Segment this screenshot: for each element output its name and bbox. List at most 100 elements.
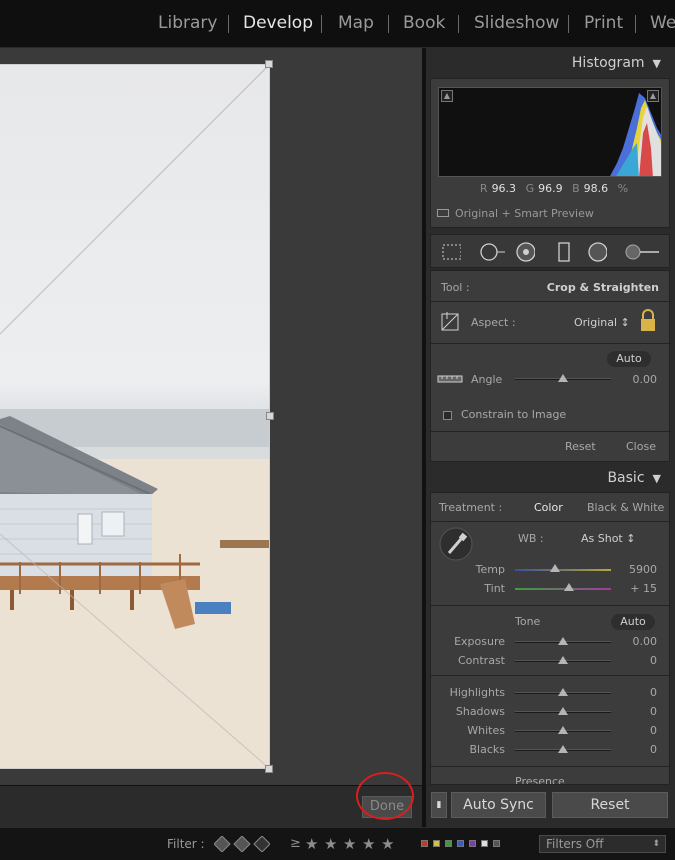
constrain-checkbox[interactable] (443, 411, 452, 420)
treatment-bw-button[interactable]: Black & White (587, 501, 664, 514)
angle-auto-button[interactable]: Auto (607, 351, 651, 367)
whites-slider[interactable] (515, 726, 611, 734)
divider (431, 431, 671, 432)
tint-label: Tint (484, 582, 505, 595)
rating-gte-operator[interactable]: ≥ (290, 836, 301, 851)
module-web[interactable]: We (650, 13, 675, 33)
lock-icon[interactable] (639, 309, 657, 333)
module-slideshow[interactable]: Slideshow (474, 13, 559, 33)
blacks-value[interactable]: 0 (650, 743, 657, 756)
reset-button[interactable]: Reset (552, 792, 668, 818)
highlights-slider[interactable] (515, 688, 611, 696)
module-print[interactable]: Print (584, 13, 623, 33)
color-label-purple[interactable] (469, 840, 476, 847)
shadows-slider-knob[interactable] (558, 707, 568, 715)
histogram-header[interactable]: Histogram ▼ (572, 55, 661, 71)
crop-frame-tool-icon[interactable] (439, 311, 461, 333)
module-map[interactable]: Map (338, 13, 374, 33)
exposure-value[interactable]: 0.00 (633, 635, 658, 648)
temp-slider-knob[interactable] (550, 564, 561, 572)
treatment-color-button[interactable]: Color (534, 501, 563, 514)
rating-star-1[interactable]: ★ (305, 835, 318, 853)
eyedropper-icon[interactable] (439, 527, 473, 561)
crop-handle-bottom-right[interactable] (265, 765, 273, 773)
tool-label: Tool : (441, 281, 470, 294)
color-label-red[interactable] (421, 840, 428, 847)
red-eye-icon[interactable] (515, 242, 535, 262)
crop-handle-top-right[interactable] (265, 60, 273, 68)
shadows-slider[interactable] (515, 707, 611, 715)
crop-close-button[interactable]: Close (626, 440, 656, 453)
temp-slider[interactable] (515, 564, 611, 572)
basic-header[interactable]: Basic ▼ (607, 470, 661, 486)
module-book[interactable]: Book (403, 13, 445, 33)
done-button[interactable]: Done (362, 796, 412, 818)
sync-toggle-switch[interactable]: ▮ (431, 792, 447, 818)
blacks-slider[interactable] (515, 745, 611, 753)
smart-preview-status[interactable]: Original + Smart Preview (437, 207, 594, 220)
blacks-label: Blacks (469, 743, 506, 756)
wb-select[interactable]: As Shot ↕ (581, 532, 635, 545)
exposure-slider[interactable] (515, 637, 611, 645)
graduated-filter-icon[interactable] (553, 242, 573, 262)
module-develop[interactable]: Develop (243, 13, 313, 33)
contrast-slider[interactable] (515, 656, 611, 664)
flag-filter-icons[interactable] (214, 836, 270, 852)
color-label-none[interactable] (493, 840, 500, 847)
temp-label: Temp (475, 563, 505, 576)
filters-preset-select[interactable]: Filters Off ⬍ (539, 835, 666, 853)
treatment-label: Treatment : (439, 501, 503, 514)
rating-star-2[interactable]: ★ (324, 835, 337, 853)
angle-value[interactable]: 0.00 (633, 373, 658, 386)
color-label-custom[interactable] (481, 840, 488, 847)
beach-house-photo[interactable] (0, 64, 270, 769)
highlight-clipping-icon[interactable]: ▲ (647, 90, 659, 102)
crop-overlay-icon[interactable] (441, 242, 461, 262)
rating-star-3[interactable]: ★ (343, 835, 356, 853)
tone-auto-button[interactable]: Auto (611, 614, 655, 630)
temp-value[interactable]: 5900 (629, 563, 657, 576)
collapse-triangle-icon[interactable]: ▼ (653, 57, 661, 70)
whites-slider-knob[interactable] (558, 726, 568, 734)
color-label-yellow[interactable] (433, 840, 440, 847)
contrast-value[interactable]: 0 (650, 654, 657, 667)
adjustment-brush-icon[interactable] (623, 242, 663, 262)
spot-removal-icon[interactable] (479, 242, 507, 262)
highlights-slider-knob[interactable] (558, 688, 568, 696)
b-value: 98.6 (583, 182, 609, 195)
straighten-tool-icon[interactable] (437, 369, 463, 389)
image-canvas[interactable] (0, 48, 422, 785)
tint-value[interactable]: + 15 (630, 582, 657, 595)
filters-preset-value: Filters Off (546, 837, 604, 851)
module-separator (635, 15, 636, 33)
exposure-slider-knob[interactable] (558, 637, 568, 645)
rating-star-4[interactable]: ★ (362, 835, 375, 853)
whites-value[interactable]: 0 (650, 724, 657, 737)
blacks-slider-knob[interactable] (558, 745, 568, 753)
aspect-select[interactable]: Original ↕ (574, 316, 630, 329)
collapse-triangle-icon[interactable]: ▼ (653, 472, 661, 485)
aspect-label: Aspect : (471, 316, 516, 329)
crop-reset-button[interactable]: Reset (565, 440, 596, 453)
contrast-slider-knob[interactable] (558, 656, 568, 664)
angle-slider[interactable] (515, 374, 611, 382)
color-label-blue[interactable] (457, 840, 464, 847)
sync-bar: ▮ Auto Sync Reset (426, 785, 675, 827)
tint-slider[interactable] (515, 583, 611, 591)
auto-sync-button[interactable]: Auto Sync (451, 792, 546, 818)
shadow-clipping-icon[interactable]: ▲ (441, 90, 453, 102)
shadows-value[interactable]: 0 (650, 705, 657, 718)
tint-slider-knob[interactable] (563, 583, 574, 591)
crop-handle-right[interactable] (266, 412, 274, 420)
contrast-label: Contrast (457, 654, 505, 667)
highlights-value[interactable]: 0 (650, 686, 657, 699)
module-library[interactable]: Library (158, 13, 217, 33)
presence-label: Presence (515, 775, 565, 785)
angle-label: Angle (471, 373, 503, 386)
angle-slider-knob[interactable] (558, 374, 568, 382)
radial-filter-icon[interactable] (587, 242, 607, 262)
right-panel: Histogram ▼ ▲ ▲ R 96.3 G 96.9 B 98.6 % O… (426, 48, 675, 785)
rating-star-5[interactable]: ★ (381, 835, 394, 853)
color-label-green[interactable] (445, 840, 452, 847)
r-label: R (479, 182, 488, 195)
